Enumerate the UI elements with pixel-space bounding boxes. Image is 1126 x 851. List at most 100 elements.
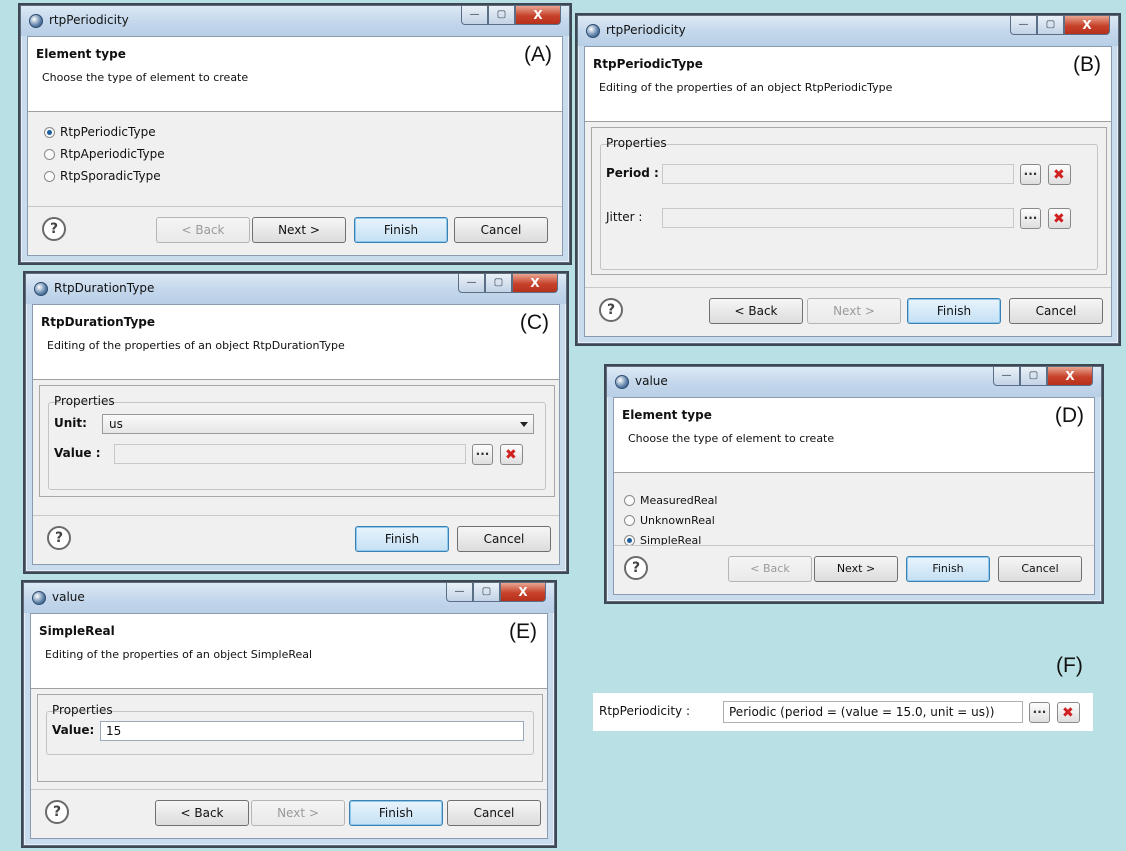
properties-area: Properties Unit: us Value : ... xyxy=(39,385,555,497)
maximize-button[interactable]: ▢ xyxy=(1037,16,1064,35)
option-label: RtpAperiodicType xyxy=(60,147,165,161)
option-rtp-periodic-type[interactable]: RtpPeriodicType xyxy=(44,125,156,139)
radio-icon[interactable] xyxy=(624,515,635,526)
window-e: value — ▢ X SimpleReal Editing of the pr… xyxy=(23,582,555,846)
period-label: Period : xyxy=(606,166,659,180)
close-button[interactable]: X xyxy=(1047,367,1093,386)
window-title: value xyxy=(52,590,85,604)
cancel-button[interactable]: Cancel xyxy=(454,217,548,243)
rtp-periodicity-delete-icon[interactable] xyxy=(1057,702,1080,723)
minimize-button[interactable]: — xyxy=(446,583,473,602)
minimize-button[interactable]: — xyxy=(458,274,485,293)
period-field[interactable] xyxy=(662,164,1014,184)
title-bar[interactable]: rtpPeriodicity — ▢ X xyxy=(578,16,1118,46)
finish-button[interactable]: Finish xyxy=(355,526,449,552)
jitter-field[interactable] xyxy=(662,208,1014,228)
value-field[interactable] xyxy=(114,444,466,464)
value-input[interactable]: 15 xyxy=(100,721,524,741)
app-icon xyxy=(615,375,629,389)
close-button[interactable]: X xyxy=(515,6,561,25)
header-title: SimpleReal xyxy=(39,624,115,638)
cancel-button[interactable]: Cancel xyxy=(447,800,541,826)
close-button[interactable]: X xyxy=(512,274,558,293)
value-delete-icon[interactable] xyxy=(500,444,523,465)
option-label: UnknownReal xyxy=(640,514,715,527)
minimize-button[interactable]: — xyxy=(1010,16,1037,35)
dropdown-arrow-icon[interactable] xyxy=(520,422,528,427)
finish-button[interactable]: Finish xyxy=(349,800,443,826)
option-label: RtpSporadicType xyxy=(60,169,161,183)
header-title: RtpPeriodicType xyxy=(593,57,703,71)
finish-button[interactable]: Finish xyxy=(907,298,1001,324)
rtp-periodicity-label: RtpPeriodicity : xyxy=(599,704,691,718)
back-button[interactable]: < Back xyxy=(155,800,249,826)
period-browse-button[interactable]: ... xyxy=(1020,164,1041,185)
panel-f-label: (F) xyxy=(1056,654,1083,677)
option-measured-real[interactable]: MeasuredReal xyxy=(624,494,717,507)
help-icon[interactable]: ? xyxy=(624,556,648,580)
window-b: rtpPeriodicity — ▢ X RtpPeriodicType Edi… xyxy=(577,15,1119,344)
rtp-periodicity-field[interactable]: Periodic (period = (value = 15.0, unit =… xyxy=(723,701,1023,723)
maximize-button[interactable]: ▢ xyxy=(1020,367,1047,386)
help-icon[interactable]: ? xyxy=(45,800,69,824)
radio-icon[interactable] xyxy=(44,170,55,182)
title-bar[interactable]: value — ▢ X xyxy=(607,367,1101,397)
help-icon[interactable]: ? xyxy=(599,298,623,322)
title-bar[interactable]: value — ▢ X xyxy=(24,583,554,613)
wizard-header: SimpleReal Editing of the properties of … xyxy=(31,614,547,689)
period-delete-icon[interactable] xyxy=(1048,164,1071,185)
panel-label: (C) xyxy=(519,311,549,334)
finish-button[interactable]: Finish xyxy=(906,556,990,582)
cancel-button[interactable]: Cancel xyxy=(1009,298,1103,324)
maximize-button[interactable]: ▢ xyxy=(488,6,515,25)
cancel-button[interactable]: Cancel xyxy=(998,556,1082,582)
next-button[interactable]: Next > xyxy=(251,800,345,826)
option-unknown-real[interactable]: UnknownReal xyxy=(624,514,715,527)
maximize-button[interactable]: ▢ xyxy=(485,274,512,293)
radio-icon[interactable] xyxy=(44,148,55,160)
back-button[interactable]: < Back xyxy=(156,217,250,243)
value-browse-button[interactable]: ... xyxy=(472,444,493,465)
window-title: RtpDurationType xyxy=(54,281,155,295)
help-icon[interactable]: ? xyxy=(47,526,71,550)
value-label: Value: xyxy=(52,723,95,737)
maximize-button[interactable]: ▢ xyxy=(473,583,500,602)
window-c: RtpDurationType — ▢ X RtpDurationType Ed… xyxy=(25,273,567,572)
cancel-button[interactable]: Cancel xyxy=(457,526,551,552)
option-rtp-sporadic-type[interactable]: RtpSporadicType xyxy=(44,169,161,183)
next-button[interactable]: Next > xyxy=(814,556,898,582)
back-button[interactable]: < Back xyxy=(728,556,812,582)
radio-selected-icon[interactable] xyxy=(44,126,55,138)
close-button[interactable]: X xyxy=(1064,16,1110,35)
group-label: Properties xyxy=(606,136,667,150)
app-icon xyxy=(586,24,600,38)
minimize-button[interactable]: — xyxy=(461,6,488,25)
rtp-periodicity-browse-button[interactable]: ... xyxy=(1029,702,1050,723)
finish-button[interactable]: Finish xyxy=(354,217,448,243)
close-button[interactable]: X xyxy=(500,583,546,602)
header-description: Choose the type of element to create xyxy=(628,432,835,445)
title-bar[interactable]: rtpPeriodicity — ▢ X xyxy=(21,6,569,36)
jitter-delete-icon[interactable] xyxy=(1048,208,1071,229)
jitter-browse-button[interactable]: ... xyxy=(1020,208,1041,229)
unit-select[interactable]: us xyxy=(102,414,534,434)
app-icon xyxy=(34,282,48,296)
minimize-button[interactable]: — xyxy=(993,367,1020,386)
title-bar[interactable]: RtpDurationType — ▢ X xyxy=(26,274,566,304)
app-icon xyxy=(29,14,43,28)
header-description: Choose the type of element to create xyxy=(42,71,249,84)
option-rtp-aperiodic-type[interactable]: RtpAperiodicType xyxy=(44,147,165,161)
back-button[interactable]: < Back xyxy=(709,298,803,324)
wizard-footer: ? < Back Next > Finish Cancel xyxy=(614,545,1094,594)
next-button[interactable]: Next > xyxy=(807,298,901,324)
wizard-header: RtpPeriodicType Editing of the propertie… xyxy=(585,47,1111,122)
next-button[interactable]: Next > xyxy=(252,217,346,243)
help-icon[interactable]: ? xyxy=(42,217,66,241)
window-title: value xyxy=(635,374,668,388)
panel-label: (D) xyxy=(1054,404,1084,427)
radio-icon[interactable] xyxy=(624,495,635,506)
panel-label: (B) xyxy=(1073,53,1101,76)
unit-label: Unit: xyxy=(54,416,87,430)
header-title: Element type xyxy=(622,408,712,422)
header-title: Element type xyxy=(36,47,126,61)
